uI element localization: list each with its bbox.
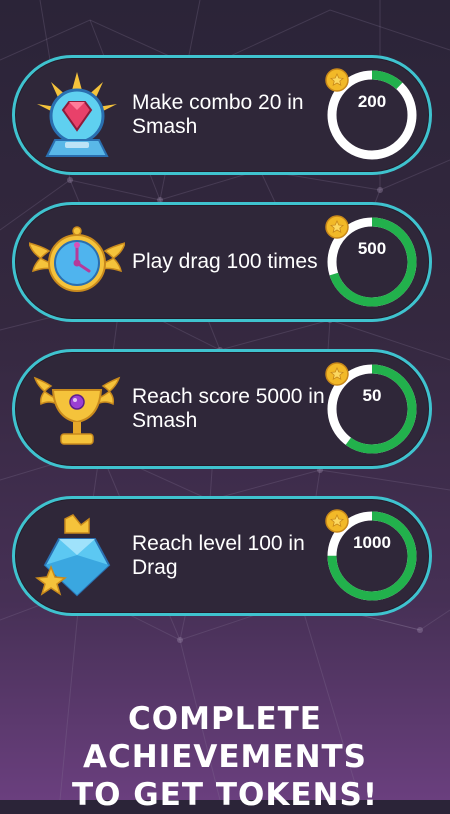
achievement-card-drag[interactable]: Play drag 100 times 500 (12, 202, 432, 322)
promo-caption: COMPLETE ACHIEVEMENTS TO GET TOKENS! (0, 700, 450, 814)
reward-value: 50 (362, 386, 382, 405)
reward-value: 200 (357, 92, 387, 111)
achievement-title: Reach level 100 in Drag (132, 532, 305, 579)
promo-line-2: TO GET TOKENS! (72, 777, 378, 813)
achievement-title: Play drag 100 times (132, 250, 318, 273)
progress-ring: 500 (325, 215, 419, 309)
achievement-card-combo[interactable]: Make combo 20 in Smash 200 (12, 55, 432, 175)
winged-cup-icon (33, 376, 121, 445)
reward-value: 1000 (353, 533, 391, 552)
reward-value: 500 (357, 239, 387, 258)
coin-icon (325, 215, 349, 239)
coin-icon (325, 509, 349, 533)
winged-clock-icon (29, 226, 125, 292)
progress-ring: 200 (325, 68, 419, 162)
coin-icon (325, 68, 349, 92)
progress-ring: 1000 (325, 509, 419, 603)
achievement-card-level[interactable]: Reach level 100 in Drag 1000 (12, 496, 432, 616)
coin-icon (325, 362, 349, 386)
achievement-title: Reach score 5000 in Smash (132, 385, 325, 432)
achievement-title: Make combo 20 in Smash (132, 91, 304, 138)
progress-ring: 50 (325, 362, 419, 456)
achievement-card-score[interactable]: Reach score 5000 in Smash 50 (12, 349, 432, 469)
gem-trophy-icon (37, 72, 117, 157)
crystal-star-icon (35, 514, 111, 597)
promo-line-1: COMPLETE ACHIEVEMENTS (82, 701, 367, 775)
